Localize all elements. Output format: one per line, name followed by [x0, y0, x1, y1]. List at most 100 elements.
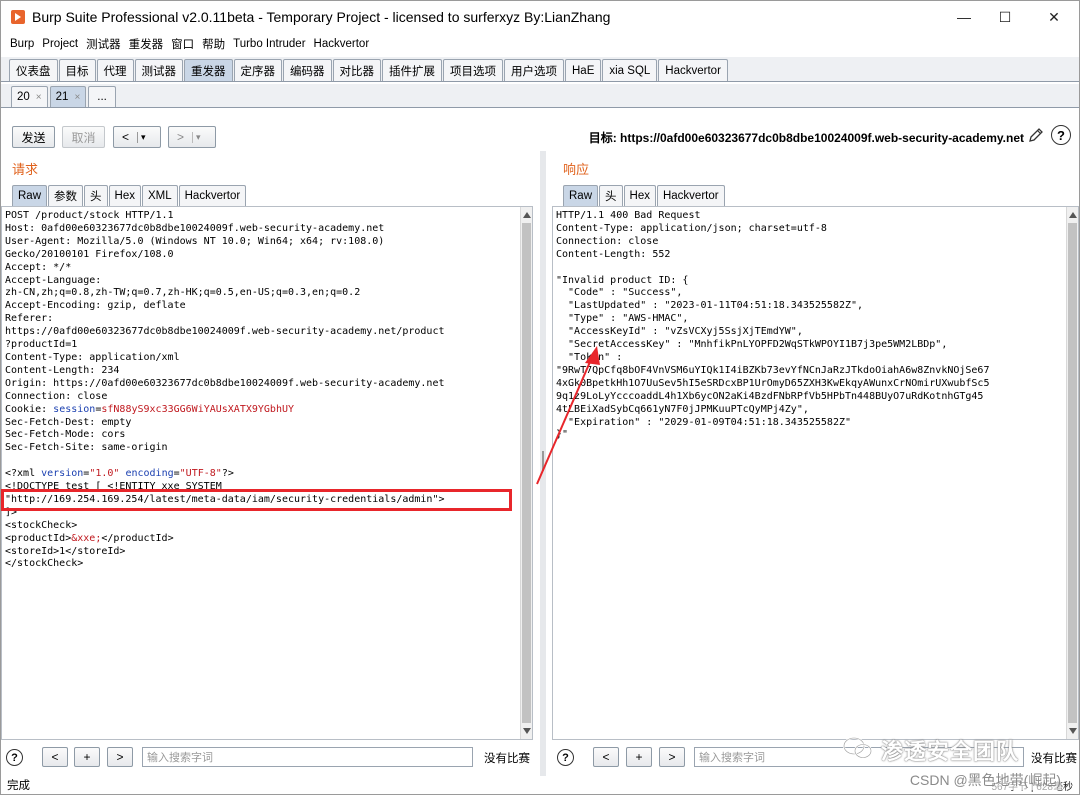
response-scrollbar[interactable]	[1066, 207, 1078, 739]
request-next-match-button[interactable]: >	[107, 747, 133, 767]
new-tab-button[interactable]: ...	[88, 86, 116, 107]
forward-arrow-icon: >	[177, 130, 185, 144]
repeater-tab-21[interactable]: 21 ×	[49, 86, 87, 107]
menu-turbo-intruder[interactable]: Turbo Intruder	[233, 38, 305, 50]
tab-target[interactable]: 目标	[58, 59, 96, 81]
code-line: 9q1z9LoLyYcccoaddL4h1Xb6ycON2aKi4BzdFNbR…	[556, 390, 984, 402]
menu-repeater[interactable]: 重发器	[129, 36, 164, 52]
send-button[interactable]: 发送	[12, 126, 55, 148]
tab-sequencer[interactable]: 定序器	[233, 59, 282, 81]
target-url: 目标: https://0afd00e60323677dc0b8dbe10024…	[588, 131, 1024, 145]
request-editor[interactable]: POST /product/stock HTTP/1.1 Host: 0afd00…	[1, 206, 533, 740]
code-line: }"	[556, 429, 569, 441]
burp-window: Burp Suite Professional v2.0.11beta - Te…	[0, 0, 1080, 795]
menu-burp[interactable]: Burp	[10, 38, 34, 50]
menu-intruder[interactable]: 测试器	[86, 36, 121, 52]
request-prev-match-button[interactable]: <	[42, 747, 68, 767]
request-view-tabs: Raw 参数 头 Hex XML Hackvertor	[12, 184, 247, 206]
code-line: "Invalid product ID: {	[556, 274, 689, 286]
title-bar: Burp Suite Professional v2.0.11beta - Te…	[1, 1, 1079, 33]
response-next-match-button[interactable]: >	[659, 747, 685, 767]
request-tab-hex[interactable]: Hex	[108, 185, 141, 206]
back-dropdown-icon[interactable]: ▾	[137, 131, 146, 143]
response-help-icon[interactable]: ?	[557, 749, 574, 766]
code-line: Accept: */*	[5, 261, 72, 273]
forward-dropdown-icon[interactable]: ▾	[192, 131, 201, 143]
help-icon[interactable]: ?	[1051, 125, 1071, 145]
tab-user-options[interactable]: 用户选项	[504, 59, 564, 81]
code-line: "9RwT7QpCfq8bOF4VnVSM6uYIQk1I4iBZKb73evY…	[556, 364, 990, 376]
code-line: Sec-Fetch-Dest: empty	[5, 416, 132, 428]
request-tab-params[interactable]: 参数	[48, 185, 84, 206]
repeater-tab-20[interactable]: 20 ×	[11, 86, 48, 107]
response-tab-hackvertor[interactable]: Hackvertor	[656, 185, 725, 206]
menu-window[interactable]: 窗口	[171, 36, 194, 52]
request-tab-hackvertor[interactable]: Hackvertor	[178, 185, 247, 206]
code-line: Gecko/20100101 Firefox/108.0	[5, 248, 174, 260]
response-view-tabs: Raw 头 Hex Hackvertor	[563, 184, 726, 206]
response-prev-match-button[interactable]: <	[593, 747, 619, 767]
tab-proxy[interactable]: 代理	[96, 59, 134, 81]
request-match-count: 没有比赛	[484, 753, 530, 765]
menu-project[interactable]: Project	[42, 38, 78, 50]
tab-repeater[interactable]: 重发器	[184, 59, 233, 81]
tab-decoder[interactable]: 编码器	[283, 59, 332, 81]
code-line: Content-Length: 552	[556, 248, 671, 260]
tab-project-options[interactable]: 项目选项	[443, 59, 503, 81]
request-fetch-lines: Sec-Fetch-Dest: empty Sec-Fetch-Mode: cor…	[5, 417, 445, 456]
store-line: <storeId>1</storeId>	[5, 545, 126, 557]
code-line: 4tLBEiXadSybCq661yN7F0jJPMKuuPTcQyMPj4Zy…	[556, 403, 809, 415]
status-text: 完成	[7, 780, 30, 792]
pencil-icon[interactable]	[1027, 126, 1045, 144]
repeater-toolbar: 发送 取消 < ▾ > ▾ 目标: https://0afd00e6032367…	[1, 109, 1079, 157]
request-header-lines: POST /product/stock HTTP/1.1 Host: 0afd00…	[5, 210, 445, 404]
back-button[interactable]: < ▾	[113, 126, 161, 148]
repeater-tab-label: 20	[17, 91, 30, 103]
close-tab-icon[interactable]: ×	[36, 92, 42, 103]
menu-hackvertor[interactable]: Hackvertor	[314, 38, 370, 50]
back-arrow-icon: <	[122, 130, 130, 144]
request-help-icon[interactable]: ?	[6, 749, 23, 766]
request-add-button[interactable]: +	[74, 747, 100, 767]
close-tab-icon[interactable]: ×	[74, 92, 80, 103]
request-tab-raw[interactable]: Raw	[12, 185, 48, 206]
response-add-button[interactable]: +	[626, 747, 652, 767]
response-editor[interactable]: HTTP/1.1 400 Bad Request Content-Type: ap…	[552, 206, 1079, 740]
request-tab-headers[interactable]: 头	[84, 185, 108, 206]
code-line: https://0afd00e60323677dc0b8dbe10024009f…	[5, 326, 445, 338]
tab-xia-sql[interactable]: xia SQL	[602, 59, 658, 81]
request-tab-xml[interactable]: XML	[141, 185, 178, 206]
code-line: Accept-Encoding: gzip, deflate	[5, 300, 186, 312]
response-tab-hex[interactable]: Hex	[623, 185, 656, 206]
response-tab-raw[interactable]: Raw	[563, 185, 599, 206]
code-line: "AccessKeyId" : "vZsVCXyj5SsjXjTEmdYW",	[556, 326, 803, 338]
code-line: zh-CN,zh;q=0.8,zh-TW;q=0.7,zh-HK;q=0.5,e…	[5, 287, 361, 299]
code-line: "LastUpdated" : "2023-01-11T04:51:18.343…	[556, 300, 864, 312]
tab-intruder[interactable]: 测试器	[134, 59, 183, 81]
code-line: Host: 0afd00e60323677dc0b8dbe10024009f.w…	[5, 222, 385, 234]
code-line: User-Agent: Mozilla/5.0 (Windows NT 10.0…	[5, 235, 385, 247]
code-line: Sec-Fetch-Mode: cors	[5, 429, 126, 441]
cancel-button[interactable]: 取消	[62, 126, 105, 148]
maximize-button[interactable]: ☐	[982, 1, 1028, 33]
tab-comparer[interactable]: 对比器	[332, 59, 381, 81]
code-line: Connection: close	[556, 235, 659, 247]
code-line: HTTP/1.1 400 Bad Request	[556, 210, 701, 221]
response-tab-headers[interactable]: 头	[599, 185, 623, 206]
stockcheck-close: </stockCheck>	[5, 558, 84, 570]
tab-extender[interactable]: 插件扩展	[382, 59, 442, 81]
request-title: 请求	[12, 162, 39, 177]
close-button[interactable]: ✕	[1031, 1, 1077, 33]
code-line: ?productId=1	[5, 339, 78, 351]
tab-hae[interactable]: HaE	[565, 59, 602, 81]
minimize-button[interactable]: —	[941, 1, 987, 33]
request-search-input[interactable]: 输入搜索字词	[142, 747, 473, 767]
repeater-tab-label: 21	[55, 91, 69, 103]
tab-hackvertor[interactable]: Hackvertor	[658, 59, 728, 81]
forward-button[interactable]: > ▾	[168, 126, 216, 148]
menu-help[interactable]: 帮助	[202, 36, 225, 52]
cookie-line: Cookie: session=sfN88yS9xc33GG6WiYAUsXAT…	[5, 403, 295, 415]
watermark-text: 渗透安全团队	[881, 739, 1020, 764]
tab-dashboard[interactable]: 仪表盘	[9, 59, 58, 81]
code-line: Accept-Language:	[5, 274, 102, 286]
